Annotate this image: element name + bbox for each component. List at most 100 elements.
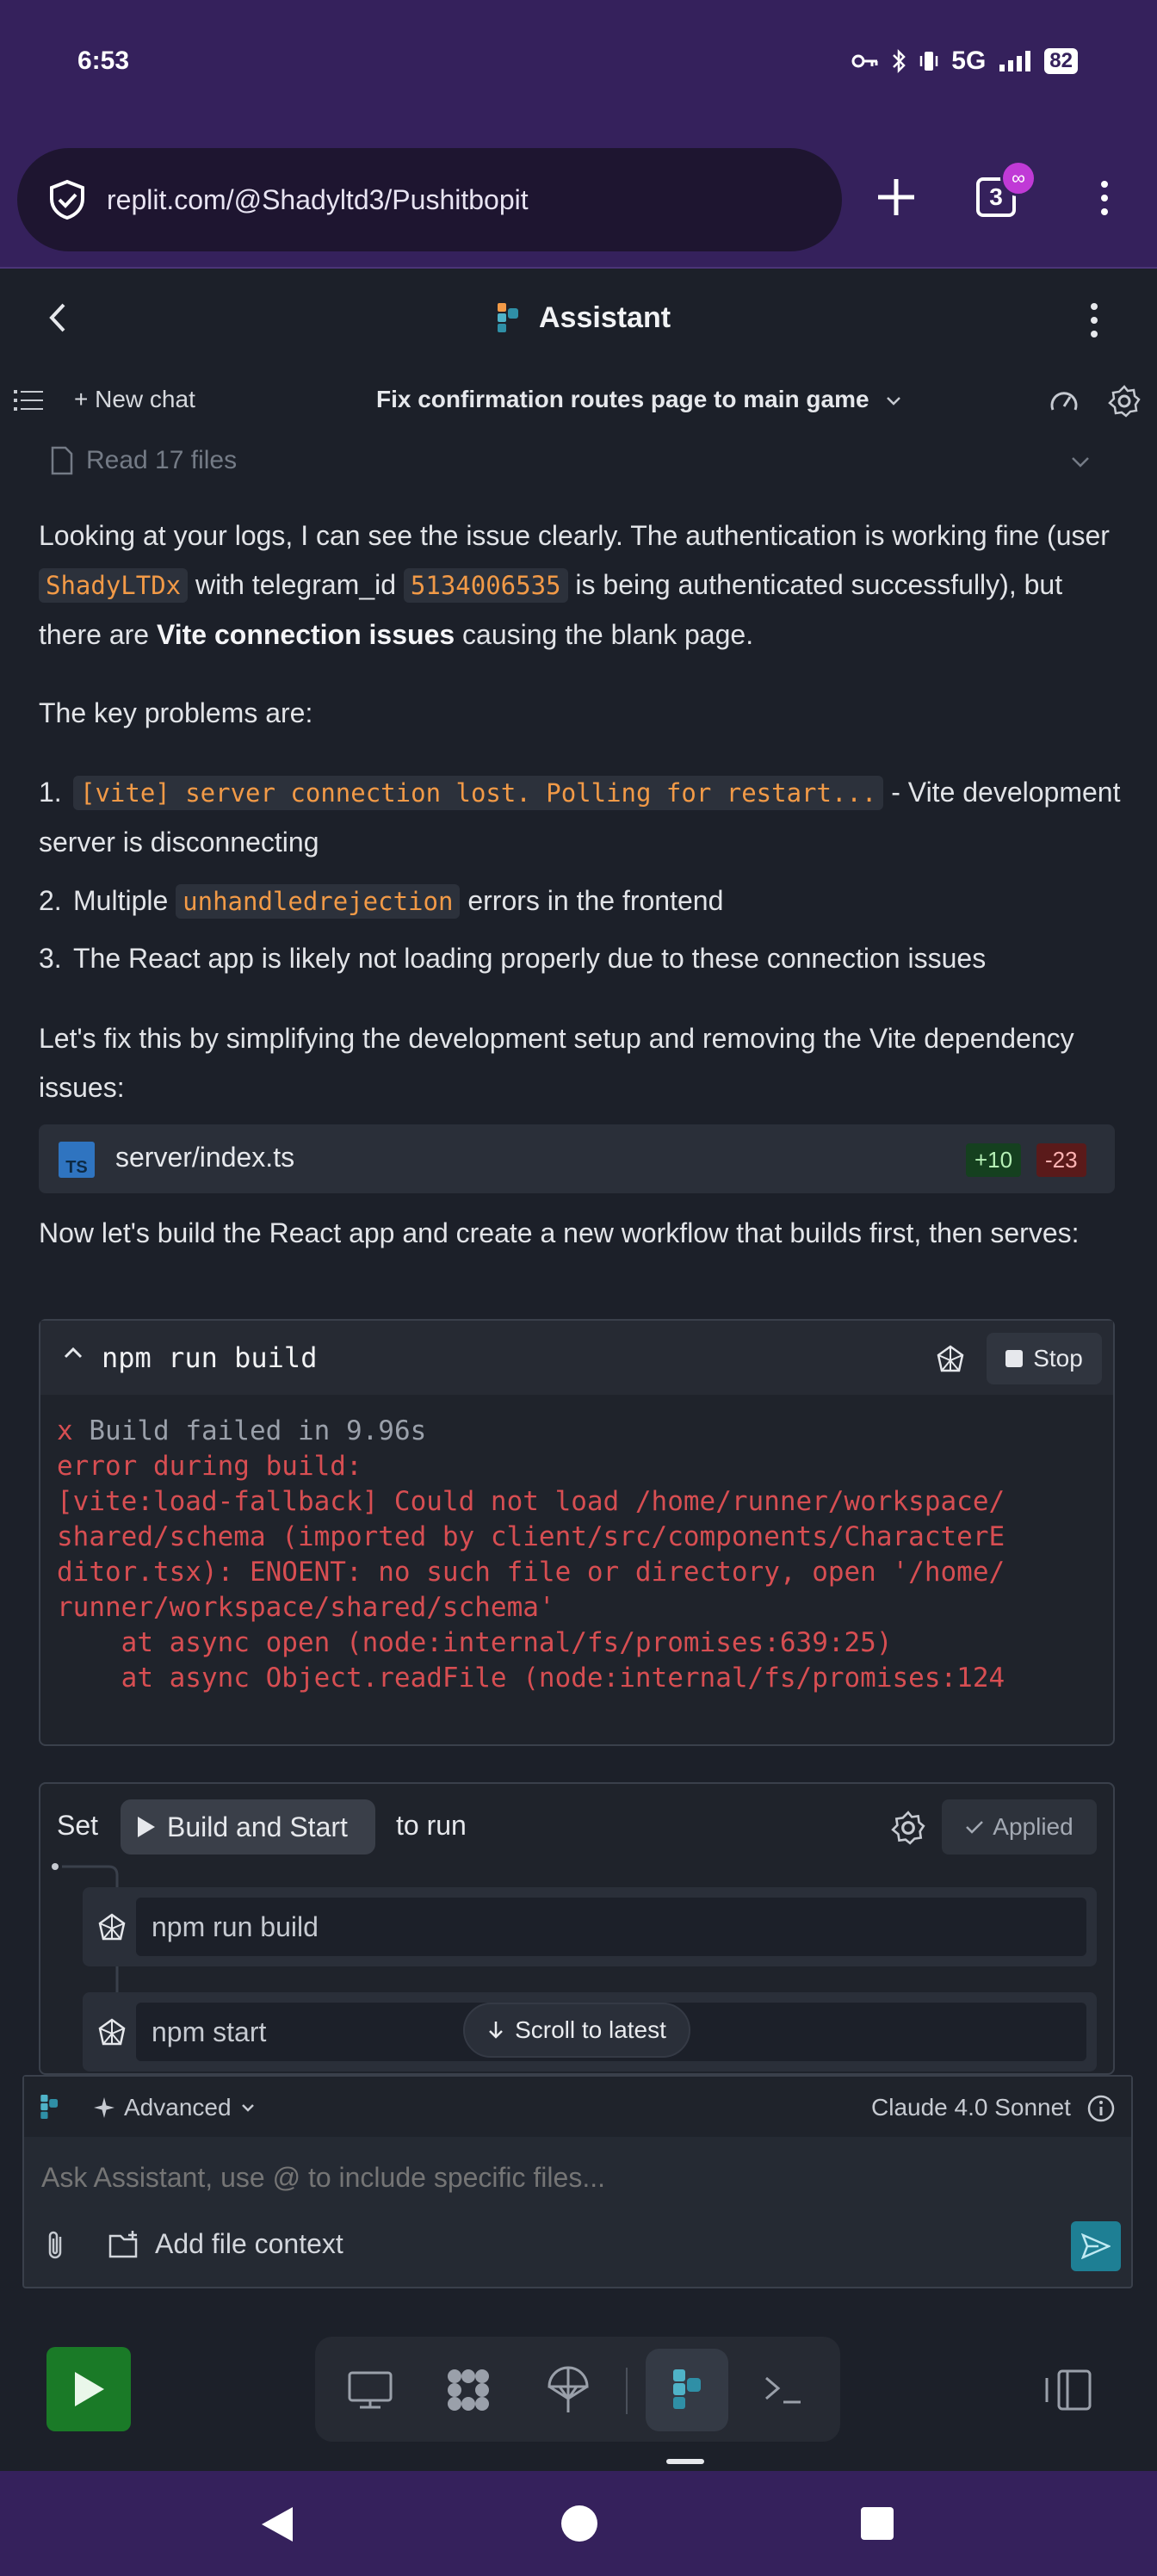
new-chat-button[interactable]: + New chat: [74, 386, 195, 413]
bold-text: Vite connection issues: [156, 619, 455, 650]
key-icon: [851, 54, 878, 68]
typescript-file-icon: TS: [59, 1142, 95, 1178]
panel-toggle-icon[interactable]: [1040, 2366, 1095, 2414]
back-arrow-icon[interactable]: [38, 296, 81, 339]
text-span: Looking at your logs, I can see the issu…: [39, 520, 1110, 551]
url-text: replit.com/@Shadyltd3/Pushitbopit: [107, 183, 529, 215]
nav-divider: [626, 2368, 628, 2414]
file-icon: [51, 446, 73, 475]
gear-icon[interactable]: [890, 1810, 926, 1846]
recents-square-icon[interactable]: [859, 2505, 895, 2542]
list-item: 2. Multiple unhandledrejection errors in …: [39, 876, 1123, 926]
send-button[interactable]: [1071, 2221, 1121, 2271]
shell-icon: [98, 1913, 126, 1941]
home-indicator: [666, 2459, 704, 2464]
list-text: errors in the frontend: [460, 885, 724, 916]
send-icon: [1081, 2233, 1111, 2259]
stop-icon: [1005, 1350, 1024, 1367]
status-icons: 5G 82: [851, 46, 1078, 76]
scroll-to-latest-button[interactable]: Scroll to latest: [463, 2003, 690, 2058]
inline-code-telegram-id: 5134006535: [403, 568, 568, 603]
incognito-badge: ∞: [1000, 160, 1036, 196]
text-span: causing the blank page.: [455, 619, 754, 650]
lines-removed-badge: -23: [1036, 1143, 1086, 1177]
status-time: 6:53: [77, 46, 130, 75]
assistant-paragraph: The key problems are:: [39, 697, 313, 728]
list-number: 3.: [39, 943, 62, 974]
network-type: 5G: [951, 46, 987, 75]
inline-code-username: ShadyLTDx: [39, 568, 189, 603]
play-icon: [138, 1817, 155, 1837]
workflow-name-pill[interactable]: Build and Start: [121, 1799, 375, 1855]
inline-code: unhandledrejection: [176, 884, 461, 919]
terminal-error-text: error during build: [vite:load-fallback]…: [57, 1451, 1005, 1694]
browser-menu-button[interactable]: [1092, 172, 1117, 224]
text-span: with telegram_id: [188, 569, 404, 600]
list-text: Multiple: [73, 885, 176, 916]
lines-added-badge: +10: [966, 1143, 1022, 1177]
chevron-down-icon[interactable]: [1067, 451, 1093, 472]
arrow-down-icon: [489, 2022, 503, 2039]
inline-code: [vite] server connection lost. Polling f…: [73, 776, 884, 810]
info-icon[interactable]: [1086, 2094, 1116, 2123]
check-icon: [966, 1821, 984, 1834]
model-name[interactable]: Claude 4.0 Sonnet: [871, 2094, 1071, 2121]
run-button[interactable]: [46, 2347, 131, 2431]
vibrate-icon: [920, 52, 938, 71]
chevron-down-icon: [887, 397, 901, 406]
page-title: Assistant: [539, 301, 671, 334]
list-text: The React app is likely not loading prop…: [73, 943, 987, 974]
terminal-output: x Build failed in 9.96s error during bui…: [57, 1414, 1107, 1696]
terminal-status-line: Build failed in 9.96s: [72, 1415, 427, 1446]
new-chat-label: New chat: [95, 386, 195, 412]
system-navigation-bar: [0, 2471, 1157, 2576]
file-name: server/index.ts: [115, 1142, 295, 1173]
home-circle-icon[interactable]: [560, 2504, 599, 2543]
applied-button[interactable]: Applied: [942, 1799, 1097, 1855]
preview-monitor-icon[interactable]: [344, 2364, 396, 2416]
assistant-paragraph: Let's fix this by simplifying the develo…: [39, 1023, 1074, 1103]
bluetooth-icon: [893, 48, 906, 74]
assistant-logo-icon: [498, 303, 518, 332]
scroll-to-latest-label: Scroll to latest: [515, 2016, 666, 2043]
add-file-context-button[interactable]: Add file context: [107, 2228, 343, 2260]
play-icon: [75, 2372, 104, 2406]
advanced-label: Advanced: [124, 2094, 232, 2121]
new-tab-icon[interactable]: [869, 170, 923, 224]
list-number: 1.: [39, 777, 62, 808]
add-file-context-label: Add file context: [155, 2228, 343, 2259]
stop-button[interactable]: Stop: [987, 1333, 1102, 1384]
plus-icon: +: [74, 386, 89, 412]
battery-level: 82: [1044, 48, 1078, 74]
gear-icon[interactable]: [1107, 384, 1142, 418]
read-files-summary[interactable]: Read 17 files: [50, 446, 237, 475]
chevron-up-icon[interactable]: [60, 1343, 86, 1364]
workflow-set-label: Set: [57, 1810, 99, 1841]
workflow-name: Build and Start: [167, 1811, 348, 1842]
tools-grid-icon[interactable]: [442, 2364, 494, 2416]
error-x: x: [57, 1415, 73, 1446]
workflow-step-command[interactable]: npm run build: [136, 1898, 1086, 1956]
chat-history-icon[interactable]: [14, 387, 43, 413]
url-bar[interactable]: replit.com/@Shadyltd3/Pushitbopit: [17, 148, 842, 251]
back-triangle-icon[interactable]: [258, 2504, 296, 2545]
assistant-logo-icon: [40, 2095, 59, 2119]
more-vertical-icon[interactable]: [1081, 294, 1107, 346]
message-input[interactable]: [41, 2156, 1092, 2199]
list-item: 3. The React app is likely not loading pr…: [39, 934, 1123, 983]
chat-title-label: Fix confirmation routes page to main gam…: [376, 386, 869, 412]
workflow-to-run-label: to run: [396, 1810, 467, 1841]
signal-icon: [999, 51, 1031, 71]
deploy-icon[interactable]: [542, 2364, 594, 2416]
paperclip-icon[interactable]: [41, 2228, 72, 2263]
shell-terminal-icon[interactable]: [758, 2364, 809, 2416]
read-files-label: Read 17 files: [86, 446, 238, 474]
list-number: 2.: [39, 885, 62, 916]
advanced-mode-toggle[interactable]: Advanced: [93, 2094, 256, 2121]
chat-title-dropdown[interactable]: Fix confirmation routes page to main gam…: [376, 386, 903, 413]
sparkle-icon: [94, 2097, 114, 2118]
shell-icon: [98, 2018, 126, 2046]
workflow-step: npm run build: [83, 1887, 1097, 1966]
assistant-paragraph: Looking at your logs, I can see the issu…: [39, 511, 1115, 659]
usage-gauge-icon[interactable]: [1049, 386, 1080, 417]
